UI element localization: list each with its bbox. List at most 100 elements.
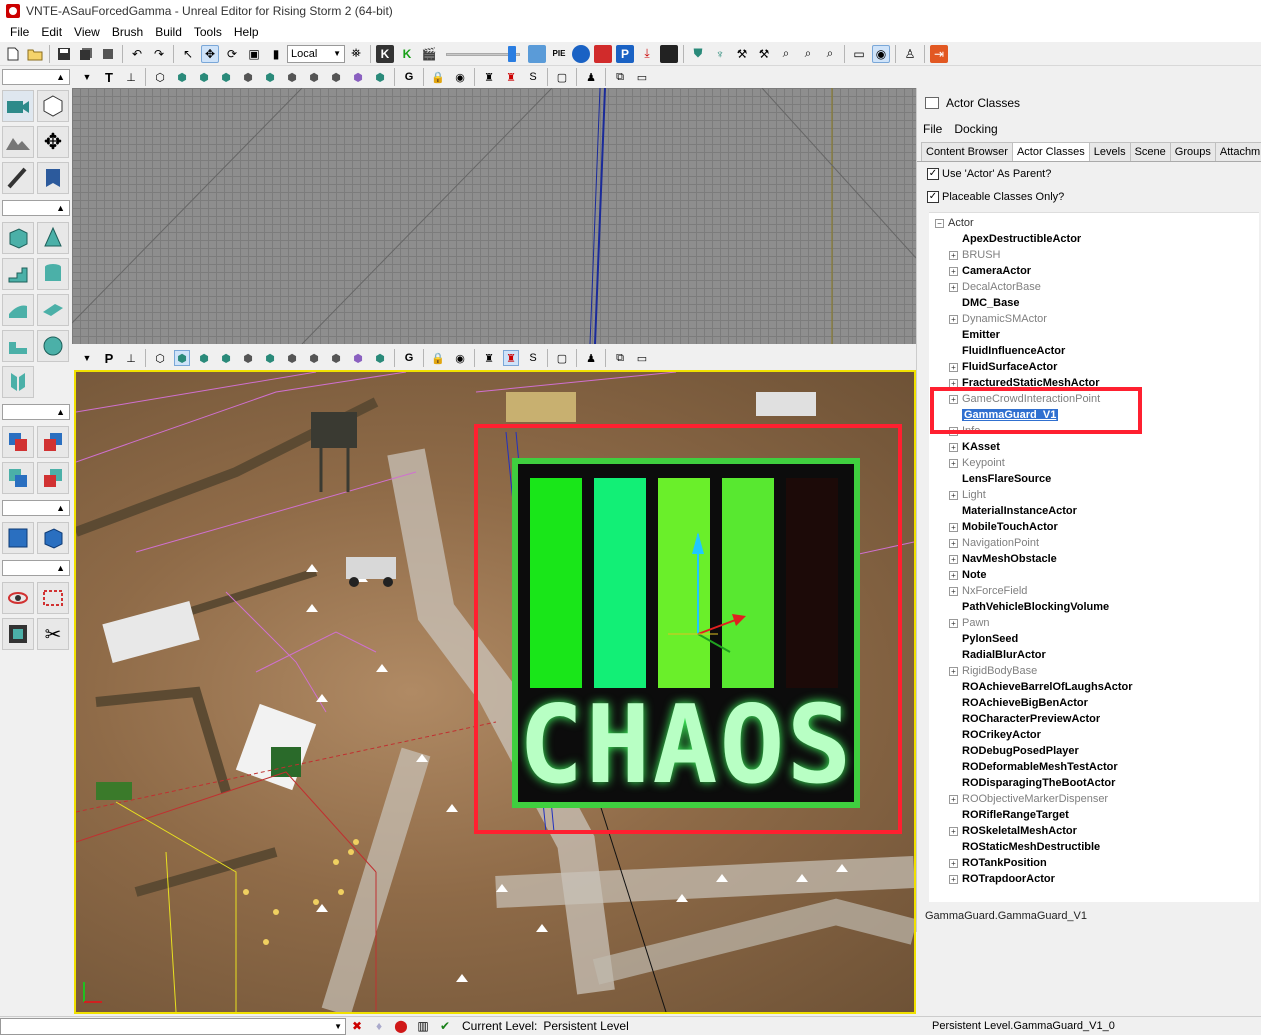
tab-actor-classes[interactable]: Actor Classes [1011, 142, 1090, 161]
build-lighting-icon[interactable] [572, 44, 590, 63]
unlit-icon[interactable]: ⬢ [196, 350, 212, 366]
restore-icon[interactable]: ⧉ [612, 69, 628, 85]
tree-item[interactable]: + Keypoint [949, 455, 1005, 471]
add-special-brush-button[interactable] [37, 522, 69, 554]
menu-tools[interactable]: Tools [188, 25, 228, 39]
tree-item[interactable]: RadialBlurActor [949, 647, 1046, 663]
lit-icon[interactable]: ⬢ [218, 69, 234, 85]
expand-icon[interactable]: + [949, 858, 958, 868]
tree-item[interactable]: + RigidBodyBase [949, 663, 1037, 679]
joystick-icon[interactable]: ♜ [481, 350, 497, 366]
menu-help[interactable]: Help [228, 25, 265, 39]
expand-icon[interactable]: + [949, 266, 958, 276]
tree-item[interactable]: MaterialInstanceActor [949, 503, 1077, 519]
actor-icon[interactable]: ♟ [583, 69, 599, 85]
mode-panel-header-2[interactable]: ▲ [2, 200, 70, 216]
expand-icon[interactable]: + [949, 458, 958, 468]
menu-edit[interactable]: Edit [35, 25, 68, 39]
shader-complexity-icon[interactable]: ⬢ [328, 350, 344, 366]
expand-icon[interactable]: + [949, 442, 958, 452]
scale-icon[interactable]: ▣ [245, 45, 263, 63]
tree-item[interactable]: ROStaticMeshDestructible [949, 839, 1100, 855]
window-icon[interactable]: ▭ [634, 350, 650, 366]
tree-item[interactable]: RORifleRangeTarget [949, 807, 1069, 823]
expand-icon[interactable]: + [949, 314, 958, 324]
menu-build[interactable]: Build [149, 25, 188, 39]
tree-item[interactable]: RODeformableMeshTestActor [949, 759, 1118, 775]
view-type-perspective[interactable]: P [101, 350, 117, 366]
light-complexity-icon[interactable]: ⬢ [284, 350, 300, 366]
tree-item[interactable]: + NxForceField [949, 583, 1027, 599]
k-green-icon[interactable]: K [398, 45, 416, 63]
pivot-icon[interactable]: ⊥ [123, 350, 139, 366]
class-tree[interactable]: − Actor ApexDestructibleActor + BRUSH + Came… [929, 212, 1259, 902]
csg-intersect-button[interactable] [2, 462, 34, 494]
command-input[interactable]: ▼ [0, 1017, 346, 1035]
light-complexity-icon[interactable]: ⬢ [284, 69, 300, 85]
expand-icon[interactable]: + [949, 618, 958, 628]
expand-icon[interactable]: + [949, 570, 958, 580]
build-geometry-icon[interactable] [528, 44, 546, 63]
brush-wire-icon[interactable]: ⬢ [174, 69, 190, 85]
download-icon[interactable]: ⤓ [638, 45, 656, 63]
mode-panel-header-5[interactable]: ▲ [2, 560, 70, 576]
tab-scene[interactable]: Scene [1129, 142, 1171, 161]
move-arrows-button[interactable]: ✥ [37, 126, 69, 158]
expand-icon[interactable]: + [949, 490, 958, 500]
viewport-menu-icon[interactable]: ▼ [79, 69, 95, 85]
save-all-icon[interactable] [77, 45, 95, 63]
play-in-editor-icon[interactable]: PIE [550, 45, 568, 63]
tab-levels[interactable]: Levels [1088, 142, 1131, 161]
rotate-icon[interactable]: ⟳ [223, 45, 241, 63]
tree-item[interactable]: ROAchieveBigBenActor [949, 695, 1088, 711]
search-icon[interactable]: ⌕ [777, 45, 795, 63]
sphere-brush-button[interactable] [37, 330, 69, 362]
s-icon[interactable]: S [525, 69, 541, 85]
expand-icon[interactable]: + [949, 586, 958, 596]
realtime-icon[interactable]: ◉ [872, 44, 890, 63]
tools-b-icon[interactable]: ⚒ [755, 45, 773, 63]
lit-icon[interactable]: ⬢ [218, 350, 234, 366]
mode-panel-header-1[interactable]: ▲ [2, 69, 70, 85]
texture-density-icon[interactable]: ⬢ [306, 69, 322, 85]
tab-attachments[interactable]: Attachm [1214, 142, 1261, 161]
clip-tool-button[interactable]: ✂ [37, 618, 69, 650]
joystick-red-icon[interactable]: ♜ [503, 350, 519, 366]
mode-panel-header-4[interactable]: ▲ [2, 500, 70, 516]
save-copy-icon[interactable] [99, 45, 117, 63]
brush-wire-icon[interactable]: ⬢ [174, 350, 190, 366]
expand-icon[interactable]: + [949, 666, 958, 676]
menu-brush[interactable]: Brush [106, 25, 149, 39]
menu-file[interactable]: File [4, 25, 35, 39]
tree-item[interactable]: + KAsset [949, 439, 1000, 455]
geometry-mode-button[interactable] [37, 90, 69, 122]
undo-icon[interactable]: ↶ [128, 45, 146, 63]
tree-item[interactable]: + Light [949, 487, 986, 503]
expand-icon[interactable]: + [949, 554, 958, 564]
viewport-menu-icon[interactable]: ▼ [79, 350, 95, 366]
use-actor-parent-checkbox[interactable]: ✓ Use 'Actor' As Parent? [917, 162, 1261, 185]
tab-content-browser[interactable]: Content Browser [921, 142, 1013, 161]
tree-item[interactable]: + FluidSurfaceActor [949, 359, 1057, 375]
spiral-stairs-button[interactable] [2, 330, 34, 362]
detail-lit-icon[interactable]: ⬢ [240, 350, 256, 366]
p-build-icon[interactable]: P [616, 44, 634, 63]
actor-icon[interactable]: ♟ [583, 350, 599, 366]
maximize-viewport-icon[interactable]: ▢ [554, 69, 570, 85]
tree-item[interactable]: PylonSeed [949, 631, 1018, 647]
panel-menu-file[interactable]: File [923, 122, 942, 136]
maximize-viewport-icon[interactable]: ▢ [554, 350, 570, 366]
texture-density-icon[interactable]: ⬢ [306, 350, 322, 366]
tree-item[interactable]: + ROSkeletalMeshActor [949, 823, 1077, 839]
expand-icon[interactable]: + [949, 794, 958, 804]
add-volume-button[interactable] [2, 522, 34, 554]
translate-icon[interactable]: ✥ [201, 44, 219, 63]
restore-icon[interactable]: ⧉ [612, 350, 628, 366]
tree-item[interactable]: FluidInfluenceActor [949, 343, 1065, 359]
speed-slider[interactable] [446, 45, 520, 63]
shield-icon[interactable]: ⛊ [689, 45, 707, 63]
build-paths-icon[interactable] [594, 44, 612, 63]
joystick-icon[interactable]: ♜ [481, 69, 497, 85]
texture-mode-button[interactable] [37, 162, 69, 194]
expand-icon[interactable]: + [949, 874, 958, 884]
